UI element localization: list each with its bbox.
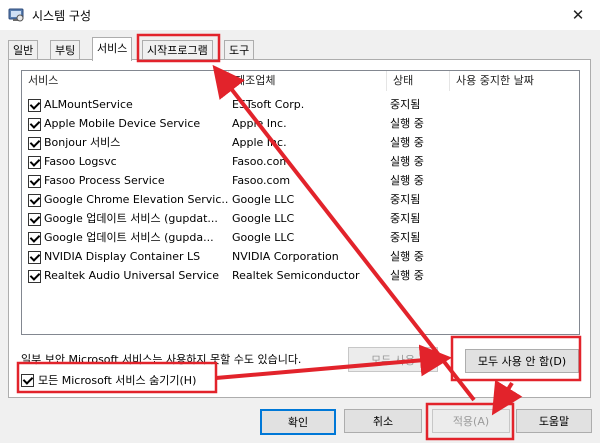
service-status: 중지됨 — [390, 193, 421, 206]
table-row[interactable]: ALMountService ESTsoft Corp. 중지됨 — [22, 95, 579, 114]
service-status: 실행 중 — [390, 174, 424, 187]
msconfig-icon — [8, 8, 24, 22]
table-row[interactable]: Apple Mobile Device Service Apple Inc. 실… — [22, 114, 579, 133]
tab-services[interactable]: 서비스 — [92, 37, 133, 61]
service-checkbox[interactable] — [28, 251, 41, 264]
close-button[interactable]: ✕ — [556, 0, 600, 30]
service-checkbox[interactable] — [28, 118, 41, 131]
hide-microsoft-services-label: 모든 Microsoft 서비스 숨기기(H) — [38, 374, 197, 387]
service-checkbox[interactable] — [28, 194, 41, 207]
service-manufacturer: Google LLC — [232, 193, 295, 206]
service-status: 중지됨 — [390, 98, 421, 111]
service-manufacturer: Google LLC — [232, 212, 295, 225]
service-manufacturer: Apple Inc. — [232, 117, 287, 130]
column-header-manufacturer[interactable]: 제조업체 — [229, 71, 387, 91]
table-row[interactable]: Fasoo Logsvc Fasoo.com 실행 중 — [22, 152, 579, 171]
service-status: 실행 중 — [390, 136, 424, 149]
service-checkbox[interactable] — [28, 270, 41, 283]
security-services-note: 일부 보안 Microsoft 서비스는 사용하지 못할 수도 있습니다. — [21, 353, 302, 366]
service-manufacturer: Fasoo.com — [232, 155, 291, 168]
services-list[interactable]: 서비스 제조업체 상태 사용 중지한 날짜 ALMountService EST… — [21, 70, 580, 335]
tab-startup[interactable]: 시작프로그램 — [142, 40, 213, 60]
service-manufacturer: ESTsoft Corp. — [232, 98, 305, 111]
service-status: 실행 중 — [390, 269, 424, 282]
disable-all-button[interactable]: 모두 사용 안 함(D) — [465, 349, 579, 373]
system-configuration-window: 시스템 구성 ✕ 일반 부팅 서비스 시작프로그램 도구 서비스 제조업체 상태… — [0, 0, 600, 443]
table-row[interactable]: Fasoo Process Service Fasoo.com 실행 중 — [22, 171, 579, 190]
service-checkbox[interactable] — [28, 99, 41, 112]
service-manufacturer: NVIDIA Corporation — [232, 250, 339, 263]
service-checkbox[interactable] — [28, 156, 41, 169]
service-name: Apple Mobile Device Service — [44, 117, 201, 130]
service-status: 실행 중 — [390, 117, 424, 130]
service-checkbox[interactable] — [28, 232, 41, 245]
service-name: Fasoo Logsvc — [44, 155, 117, 168]
help-button[interactable]: 도움말 — [516, 409, 592, 433]
apply-button[interactable]: 적용(A) — [432, 409, 510, 433]
table-row[interactable]: NVIDIA Display Container LS NVIDIA Corpo… — [22, 247, 579, 266]
service-name: ALMountService — [44, 98, 133, 111]
title-bar: 시스템 구성 ✕ — [0, 0, 600, 30]
service-name: Realtek Audio Universal Service — [44, 269, 219, 282]
table-row[interactable]: Google Chrome Elevation Servic... Google… — [22, 190, 579, 209]
column-header-service[interactable]: 서비스 — [22, 71, 229, 91]
table-row[interactable]: Realtek Audio Universal Service Realtek … — [22, 266, 579, 285]
close-icon: ✕ — [571, 6, 585, 24]
service-name: Google 업데이트 서비스 (gupdat... — [44, 212, 218, 225]
services-panel: 서비스 제조업체 상태 사용 중지한 날짜 ALMountService EST… — [8, 59, 591, 398]
service-checkbox[interactable] — [28, 175, 41, 188]
table-row[interactable]: Bonjour 서비스 Apple Inc. 실행 중 — [22, 133, 579, 152]
service-name: NVIDIA Display Container LS — [44, 250, 201, 263]
cancel-button[interactable]: 취소 — [344, 409, 422, 433]
tab-boot[interactable]: 부팅 — [50, 40, 81, 60]
service-status: 중지됨 — [390, 212, 421, 225]
service-manufacturer: Fasoo.com — [232, 174, 291, 187]
service-status: 실행 중 — [390, 155, 424, 168]
service-manufacturer: Google LLC — [232, 231, 295, 244]
tab-tools[interactable]: 도구 — [224, 40, 255, 60]
service-manufacturer: Apple Inc. — [232, 136, 287, 149]
hide-microsoft-services-checkbox[interactable] — [21, 373, 34, 387]
table-row[interactable]: Google 업데이트 서비스 (gupdat... Google LLC 중지… — [22, 209, 579, 228]
service-status: 실행 중 — [390, 250, 424, 263]
service-name: Google Chrome Elevation Servic... — [44, 193, 228, 206]
window-title: 시스템 구성 — [32, 9, 92, 23]
enable-all-button[interactable]: 모두 사용 — [348, 347, 438, 372]
column-header-disabled-date[interactable]: 사용 중지한 날짜 — [450, 71, 579, 91]
column-header-status[interactable]: 상태 — [387, 71, 450, 91]
tab-general[interactable]: 일반 — [8, 40, 39, 60]
table-row[interactable]: Google 업데이트 서비스 (gupda... Google LLC 중지됨 — [22, 228, 579, 247]
ok-button[interactable]: 확인 — [260, 409, 336, 435]
service-checkbox[interactable] — [28, 213, 41, 226]
hide-microsoft-services-option[interactable]: 모든 Microsoft 서비스 숨기기(H) — [21, 371, 196, 389]
service-name: Fasoo Process Service — [44, 174, 165, 187]
service-status: 중지됨 — [390, 231, 421, 244]
service-name: Bonjour 서비스 — [44, 136, 121, 149]
service-checkbox[interactable] — [28, 137, 41, 150]
service-manufacturer: Realtek Semiconductor — [232, 269, 360, 282]
service-name: Google 업데이트 서비스 (gupda... — [44, 231, 214, 244]
